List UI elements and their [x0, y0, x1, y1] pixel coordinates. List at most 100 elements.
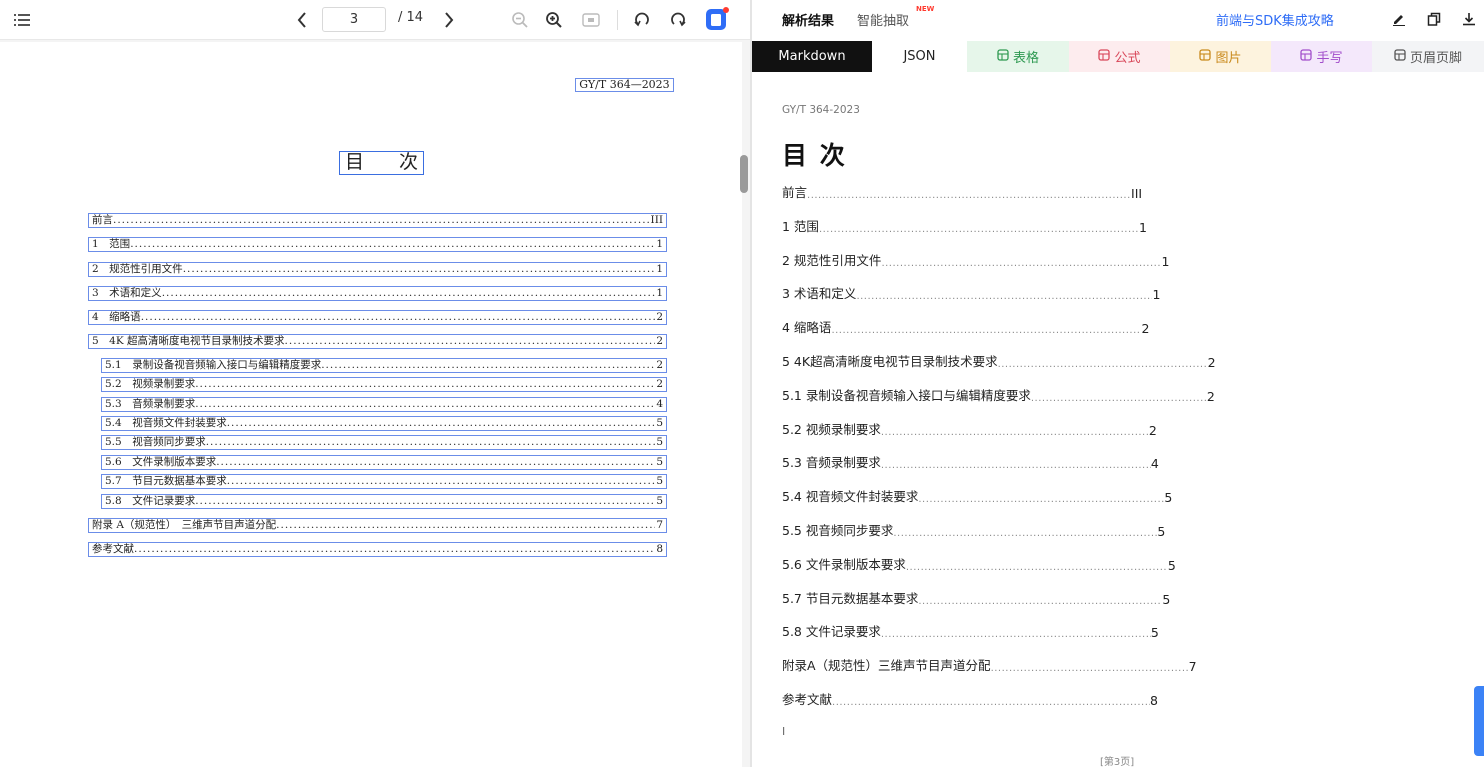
- toc-entry-label: 5.8 文件记录要求: [105, 495, 196, 507]
- tab-handwriting[interactable]: 手写: [1271, 41, 1372, 72]
- toc-leader-dots: [195, 495, 655, 508]
- toc-entry[interactable]: 5.8 文件记录要求 5: [101, 494, 667, 509]
- md-leader-dots: [807, 190, 1131, 201]
- md-leader-dots: [998, 359, 1208, 370]
- md-leader-dots: [819, 224, 1139, 235]
- tab-markdown[interactable]: Markdown: [752, 41, 872, 72]
- tab-smart-extract[interactable]: 智能抽取: [857, 10, 909, 29]
- toc-title[interactable]: 目 次: [339, 151, 424, 175]
- copy-button[interactable]: [1425, 10, 1443, 28]
- floating-side-tab[interactable]: [1474, 686, 1484, 756]
- toc-entry-label: 5 4K 超高清晰度电视节目录制技术要求: [92, 335, 285, 347]
- actual-size-button[interactable]: [580, 9, 602, 31]
- md-toc-page: 5: [1150, 625, 1159, 641]
- toc-entry-page: 5: [656, 456, 663, 468]
- download-button[interactable]: [1460, 10, 1478, 28]
- notes-button[interactable]: [704, 6, 730, 32]
- previous-page-button[interactable]: [292, 9, 312, 31]
- toc-entry[interactable]: 1 范围 1: [88, 237, 667, 252]
- toc-entry[interactable]: 3 术语和定义 1: [88, 286, 667, 301]
- scrollbar-thumb[interactable]: [740, 155, 748, 193]
- sdk-guide-link[interactable]: 前端与SDK集成攻略: [1216, 10, 1334, 29]
- toc-entry-page: 4: [656, 398, 663, 410]
- md-toc-line: 3 术语和定义 1: [782, 283, 1160, 302]
- zoom-in-button[interactable]: [543, 9, 565, 31]
- toc-entry-label: 4 缩略语: [92, 311, 141, 323]
- edit-button[interactable]: [1390, 10, 1408, 28]
- toc-entry-page: 5: [656, 495, 663, 507]
- md-leader-dots: [881, 629, 1151, 640]
- toc-entry-label: 附录 A（规范性） 三维声节目声道分配: [92, 519, 277, 531]
- format-tab-label: 公式: [1114, 51, 1141, 66]
- md-toc-page: 8: [1150, 693, 1158, 708]
- toc-leader-dots: [195, 378, 655, 391]
- toc-entry[interactable]: 5.1 录制设备视音频输入接口与编辑精度要求 2: [101, 358, 667, 373]
- toc-entry[interactable]: 2 规范性引用文件 1: [88, 262, 667, 277]
- toc-entry-label: 5.5 视音频同步要求: [105, 436, 206, 448]
- handwriting-icon: [1300, 48, 1313, 65]
- tab-parse-result[interactable]: 解析结果: [782, 10, 834, 29]
- md-page-label: [第3页]: [1100, 757, 1135, 767]
- toc-entry-label: 1 范围: [92, 238, 131, 250]
- md-toc-label: 前言: [782, 185, 808, 200]
- zoom-out-icon: [512, 12, 528, 28]
- tab-image[interactable]: 图片: [1170, 41, 1271, 72]
- toc-entry-label: 参考文献: [92, 543, 134, 555]
- toc-entry[interactable]: 附录 A（规范性） 三维声节目声道分配 7: [88, 518, 667, 533]
- md-toc-label: 5.8 文件记录要求: [782, 624, 881, 640]
- md-toc-line: 1 范围 1: [782, 216, 1147, 235]
- standard-code[interactable]: GY/T 364—2023: [575, 78, 674, 92]
- toc-entry-label: 5.6 文件录制版本要求: [105, 456, 217, 468]
- toc-entry[interactable]: 参考文献 8: [88, 542, 667, 557]
- tab-table[interactable]: 表格: [967, 41, 1069, 72]
- rotate-right-button[interactable]: [667, 9, 689, 31]
- toc-entry[interactable]: 前言 III: [88, 213, 667, 228]
- toc-entry[interactable]: 5.4 视音频文件封装要求 5: [101, 416, 667, 431]
- toc-leader-dots: [130, 238, 655, 251]
- toc-entry-label: 5.1 录制设备视音频输入接口与编辑精度要求: [105, 359, 322, 371]
- toc-entry-label: 5.2 视频录制要求: [105, 378, 196, 390]
- md-toc-line: 参考文献 8: [782, 689, 1158, 708]
- zoom-out-button[interactable]: [509, 9, 531, 31]
- md-leader-dots: [991, 663, 1189, 674]
- image-icon: [1199, 48, 1212, 65]
- next-page-button[interactable]: [439, 9, 459, 31]
- toc-entry-page: 5: [656, 417, 663, 429]
- format-tab-label: 页眉页脚: [1409, 51, 1462, 66]
- md-toc-label: 5.2 视频录制要求: [782, 421, 881, 437]
- md-toc-label: 3 术语和定义: [782, 286, 857, 302]
- md-toc-line: 5.7 节目元数据基本要求 5: [782, 588, 1170, 607]
- toc-entry-page: 5: [656, 475, 663, 487]
- toc-entry[interactable]: 5.2 视频录制要求 2: [101, 377, 667, 392]
- toc-entry[interactable]: 5 4K 超高清晰度电视节目录制技术要求 2: [88, 334, 667, 349]
- md-leader-dots: [881, 460, 1151, 471]
- toc-title-char: 次: [398, 151, 418, 173]
- toc-entry[interactable]: 5.3 音频录制要求 4: [101, 397, 667, 412]
- md-toc-line: 5.8 文件记录要求 5: [782, 621, 1159, 640]
- toc-entry[interactable]: 5.7 节目元数据基本要求 5: [101, 474, 667, 489]
- new-badge: NEW: [916, 5, 935, 13]
- md-toc-label: 2 规范性引用文件: [782, 252, 882, 268]
- md-footer-mark: I: [782, 725, 786, 738]
- outline-list-icon[interactable]: [12, 10, 32, 30]
- result-header: 解析结果 智能抽取 NEW 前端与SDK集成攻略: [752, 0, 1484, 40]
- md-toc-line: 5.1 录制设备视音频输入接口与编辑精度要求 2: [782, 385, 1215, 404]
- rotate-left-button[interactable]: [631, 9, 653, 31]
- md-toc-page: 5: [1164, 490, 1173, 506]
- tab-header-footer[interactable]: 页眉页脚: [1372, 41, 1484, 72]
- format-tab-label: JSON: [903, 49, 936, 64]
- toc-entry[interactable]: 4 缩略语 2: [88, 310, 667, 325]
- page-number-input[interactable]: [322, 7, 386, 32]
- toc-leader-dots: [141, 311, 656, 324]
- table-icon: [997, 48, 1009, 65]
- toc-entry[interactable]: 5.6 文件录制版本要求 5: [101, 455, 667, 470]
- tab-formula[interactable]: 公式: [1069, 41, 1170, 72]
- toc-entry[interactable]: 5.5 视音频同步要求 5: [101, 435, 667, 450]
- format-tab-label: 表格: [1012, 51, 1039, 66]
- md-toc-line: 5.3 音频录制要求 4: [782, 452, 1159, 471]
- actual-size-icon: [582, 13, 600, 27]
- toc-entry-page: 5: [656, 436, 663, 448]
- pencil-icon: [1393, 15, 1405, 26]
- rotate-left-icon: [634, 12, 649, 27]
- tab-json[interactable]: JSON: [872, 41, 967, 72]
